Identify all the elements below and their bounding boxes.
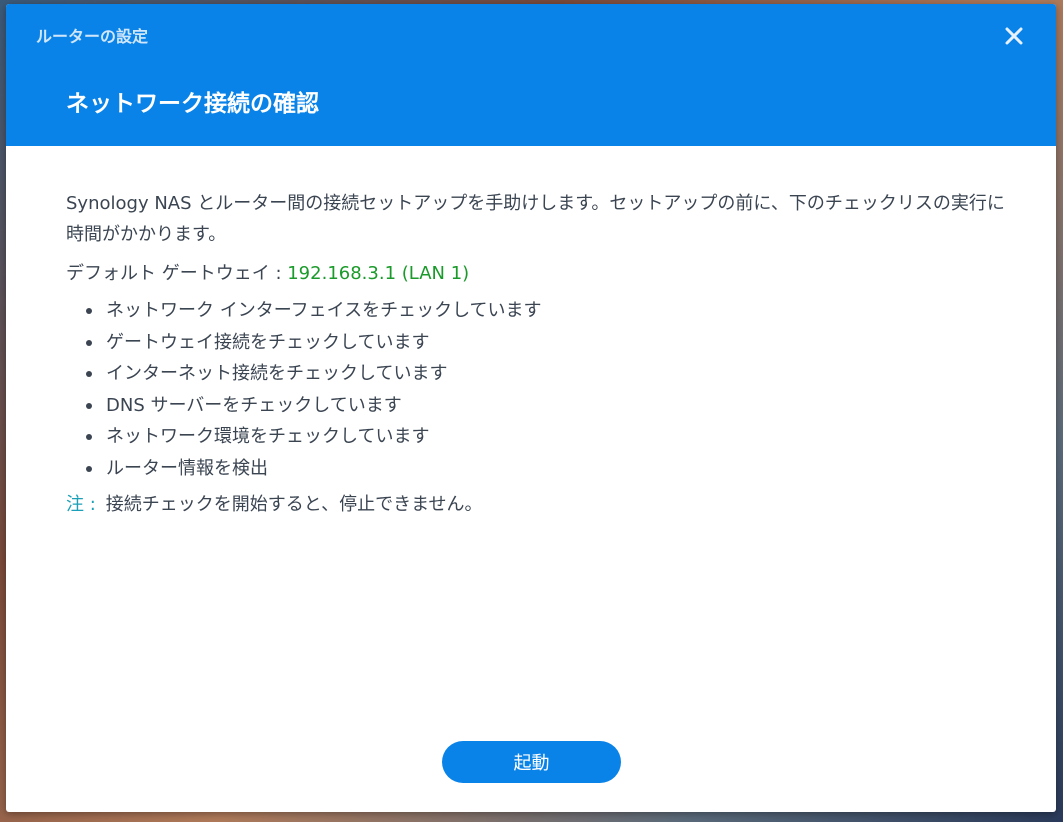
- router-setup-dialog: ルーターの設定 ネットワーク接続の確認 Synology NAS とルーター間の…: [6, 4, 1056, 812]
- note-row: 注 : 接続チェックを開始すると、停止できません。: [66, 489, 1006, 520]
- list-item: ネットワーク環境をチェックしています: [86, 421, 1006, 453]
- list-item-text: インターネット接続をチェックしています: [106, 363, 448, 385]
- list-item-text: DNS サーバーをチェックしています: [106, 394, 402, 416]
- bullet-icon: [86, 339, 92, 346]
- list-item: ルーター情報を検出: [86, 453, 1006, 485]
- page-title: ネットワーク接続の確認: [66, 91, 319, 117]
- bullet-icon: [86, 434, 92, 441]
- list-item-text: ネットワーク環境をチェックしています: [106, 426, 430, 448]
- list-item: インターネット接続をチェックしています: [86, 358, 1006, 390]
- dialog-content: Synology NAS とルーター間の接続セットアップを手助けします。セットア…: [66, 188, 1006, 520]
- dialog-header: ルーターの設定 ネットワーク接続の確認: [6, 4, 1056, 146]
- bullet-icon: [86, 465, 92, 472]
- gateway-label: デフォルト ゲートウェイ :: [66, 263, 288, 284]
- bullet-icon: [86, 371, 92, 378]
- list-item: ゲートウェイ接続をチェックしています: [86, 327, 1006, 359]
- close-button[interactable]: [996, 18, 1032, 54]
- start-button[interactable]: 起動: [442, 741, 621, 783]
- checklist: ネットワーク インターフェイスをチェックしています ゲートウェイ接続をチェックし…: [66, 295, 1006, 485]
- intro-text: Synology NAS とルーター間の接続セットアップを手助けします。セットア…: [66, 193, 1005, 245]
- bullet-icon: [86, 402, 92, 409]
- list-item-text: ネットワーク インターフェイスをチェックしています: [106, 300, 542, 321]
- list-item-text: ルーター情報を検出: [106, 457, 268, 479]
- gateway-value: 192.168.3.1 (LAN 1): [287, 263, 470, 284]
- list-item: ネットワーク インターフェイスをチェックしています: [86, 295, 1006, 327]
- gateway-row: デフォルト ゲートウェイ : 192.168.3.1 (LAN 1): [66, 258, 1006, 289]
- close-icon: [1005, 27, 1023, 45]
- bullet-icon: [86, 308, 92, 314]
- list-item: DNS サーバーをチェックしています: [86, 390, 1006, 422]
- window-title: ルーターの設定: [36, 27, 149, 46]
- note-text: 接続チェックを開始すると、停止できません。: [105, 493, 483, 515]
- list-item-text: ゲートウェイ接続をチェックしています: [106, 331, 430, 353]
- note-label: 注 :: [66, 493, 96, 515]
